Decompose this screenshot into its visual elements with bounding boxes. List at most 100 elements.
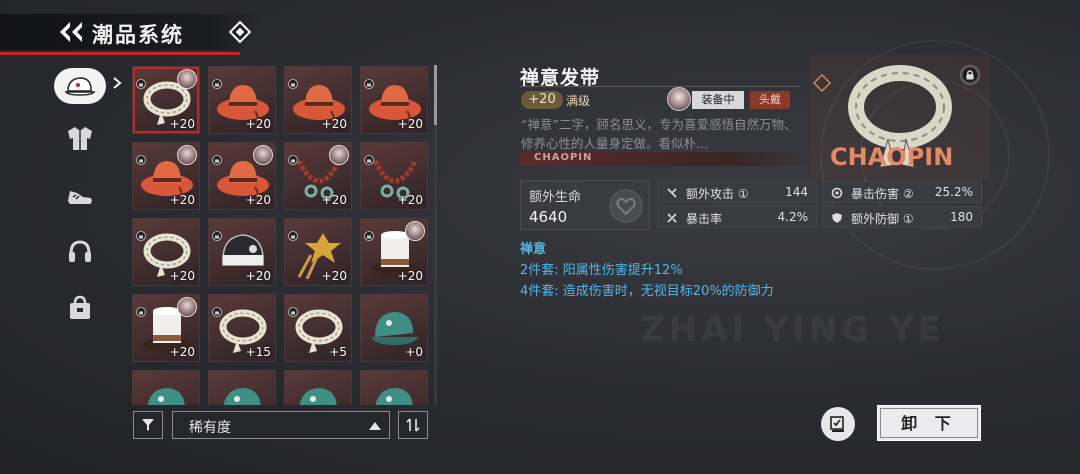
header-accent-line <box>0 52 240 55</box>
sort-order-button[interactable] <box>398 411 428 439</box>
lock-icon <box>212 307 222 317</box>
artwork-brand-text: CHAOPIN <box>830 143 953 171</box>
inventory-item[interactable]: +20 <box>360 218 428 286</box>
inventory-item[interactable]: +20 <box>360 66 428 134</box>
triangle-up-icon <box>369 422 381 430</box>
filter-button[interactable] <box>133 411 163 439</box>
lock-icon <box>288 307 298 317</box>
item-image <box>147 388 185 405</box>
swap-icon <box>830 416 844 432</box>
item-level: +20 <box>321 117 347 131</box>
attack-icon <box>667 188 677 198</box>
lock-icon <box>364 79 374 89</box>
sidebar-item-jacket[interactable] <box>50 116 110 160</box>
inventory-item[interactable] <box>360 370 428 405</box>
item-level: +20 <box>397 269 423 283</box>
inventory-item[interactable]: +20 <box>132 218 200 286</box>
lock-icon <box>364 231 374 241</box>
jacket-icon <box>68 127 92 150</box>
inventory-item[interactable] <box>208 370 276 405</box>
divider <box>520 86 800 87</box>
main-stat-box: 额外生命 4640 <box>520 180 650 230</box>
sort-dropdown[interactable]: 稀有度 <box>172 411 390 439</box>
inventory-item[interactable]: +20 <box>360 142 428 210</box>
hp-icon <box>609 189 643 223</box>
scrollbar-thumb[interactable] <box>434 65 437 125</box>
item-level: +5 <box>329 345 347 359</box>
inventory-item[interactable]: +20 <box>208 66 276 134</box>
inventory-item[interactable]: +20 <box>132 142 200 210</box>
cap-icon <box>64 77 96 96</box>
inventory-item[interactable] <box>132 370 200 405</box>
page-header: 潮品系统 <box>0 14 280 55</box>
equipped-character-avatar <box>177 145 197 165</box>
equipped-character-avatar <box>667 87 691 111</box>
equipped-character-avatar <box>329 145 349 165</box>
page-title: 潮品系统 <box>92 23 184 47</box>
stat-crit-rate: 暴击率 4.2% <box>657 206 817 228</box>
lock-icon <box>288 155 298 165</box>
inventory-item[interactable] <box>284 370 352 405</box>
item-level: +20 <box>169 193 195 207</box>
slot-badge: 头戴 <box>750 91 790 109</box>
inventory-item[interactable]: +20 <box>208 142 276 210</box>
inventory-item[interactable]: +15 <box>208 294 276 362</box>
inventory-item[interactable]: +20 <box>132 294 200 362</box>
sidebar-item-cap[interactable] <box>50 64 110 108</box>
inventory-item[interactable]: +20 <box>284 218 352 286</box>
stat-defense: 额外防御 ① 180 <box>822 206 982 228</box>
swap-button[interactable] <box>821 407 855 441</box>
item-level: +20 <box>321 269 347 283</box>
inventory-item[interactable]: +5 <box>284 294 352 362</box>
back-icon[interactable] <box>58 20 84 44</box>
bag-icon <box>70 295 90 319</box>
brand-strip: CHAOPIN <box>520 152 820 166</box>
inventory-item[interactable]: +20 <box>284 66 352 134</box>
item-level: +20 <box>245 269 271 283</box>
max-level-label: 满级 <box>566 94 591 108</box>
defense-icon <box>832 213 842 223</box>
sidebar-item-shoes[interactable] <box>50 174 110 218</box>
sort-order-icon <box>406 418 420 432</box>
lock-icon[interactable] <box>960 65 980 85</box>
set-bonus-2: 2件套: 阳属性伤害提升12% <box>520 263 683 278</box>
lock-icon <box>212 79 222 89</box>
crit-rate-icon <box>667 213 677 223</box>
sidebar-item-bag[interactable] <box>50 286 110 330</box>
sort-dropdown-label: 稀有度 <box>189 420 231 436</box>
item-level: +20 <box>169 269 195 283</box>
item-level: +20 <box>169 117 195 131</box>
unequip-button[interactable]: 卸 下 <box>877 405 981 441</box>
stat-attack: 额外攻击 ① 144 <box>657 181 817 203</box>
item-level: +20 <box>169 345 195 359</box>
item-grid: +20 +20 +20 +20 +20 +20 +20 +20 +20 +20 +20 +20 +20 +… <box>131 65 431 405</box>
lock-icon <box>288 231 298 241</box>
headphones-icon <box>69 240 91 262</box>
equipped-character-avatar <box>405 221 425 241</box>
inventory-item[interactable]: +20 <box>284 142 352 210</box>
item-level: +20 <box>397 193 423 207</box>
lock-icon <box>136 155 146 165</box>
chevron-right-icon <box>113 77 122 89</box>
main-stat-label: 额外生命 <box>529 190 582 205</box>
item-level: +20 <box>397 117 423 131</box>
item-image <box>299 388 337 405</box>
lock-icon <box>364 155 374 165</box>
item-level: +20 <box>245 117 271 131</box>
equipped-character-avatar <box>177 297 197 317</box>
shoes-icon <box>68 191 92 204</box>
inventory-item[interactable]: +0 <box>360 294 428 362</box>
item-level: +20 <box>321 193 347 207</box>
set-title: 禅意 <box>520 242 547 257</box>
lock-icon <box>212 231 222 241</box>
inventory-item[interactable]: +20 <box>208 218 276 286</box>
lock-icon <box>136 79 146 89</box>
stat-crit-damage: 暴击伤害 ② 25.2% <box>822 181 982 203</box>
equipped-badge: 装备中 <box>692 91 744 109</box>
inventory-item[interactable]: +20 <box>132 66 200 134</box>
crit-damage-icon <box>831 187 843 199</box>
item-level: +15 <box>245 345 271 359</box>
item-description: “禅意”二字，顾名思义，专为喜爱感悟自然万物、修养心性的人量身定做。看似朴… <box>521 117 797 151</box>
lock-icon <box>136 231 146 241</box>
sidebar-item-headphones[interactable] <box>50 230 110 274</box>
